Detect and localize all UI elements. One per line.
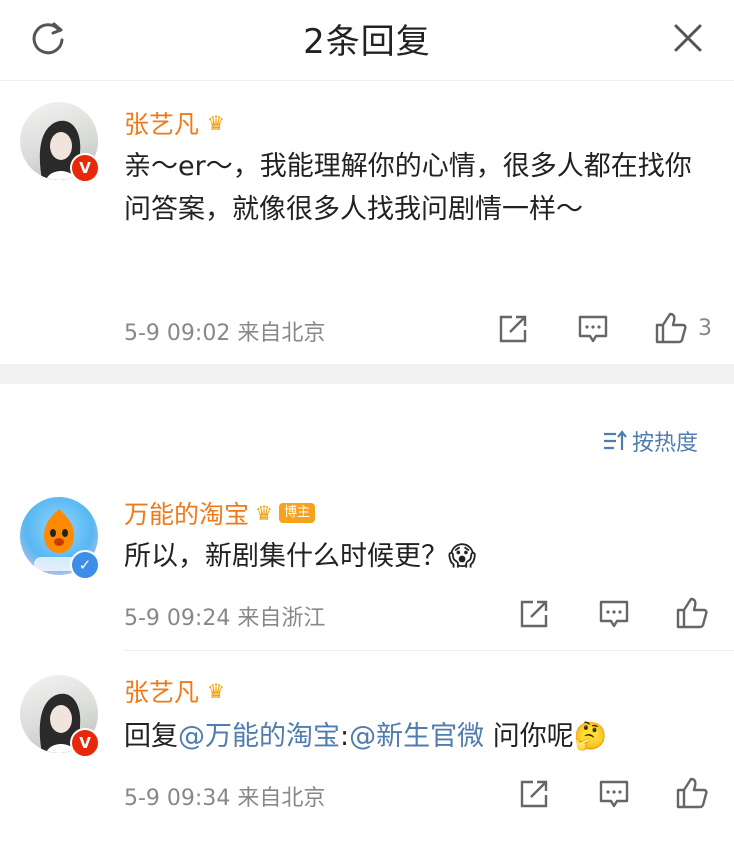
close-icon[interactable] bbox=[668, 18, 708, 58]
timestamp: 5-9 09:02 bbox=[124, 321, 231, 346]
comment-user-row: 张艺凡 ♛ bbox=[124, 105, 225, 141]
comment-text: 回复@万能的淘宝:@新生官微 问你呢🤔 bbox=[124, 715, 724, 758]
comment-icon[interactable] bbox=[597, 597, 631, 631]
timestamp: 5-9 09:24 bbox=[124, 606, 231, 631]
mention-link[interactable]: @万能的淘宝 bbox=[178, 721, 340, 752]
blogger-badge: 博主 bbox=[278, 503, 315, 523]
comment-body: 问你呢 bbox=[484, 721, 574, 752]
share-icon[interactable] bbox=[517, 597, 551, 631]
mention-link[interactable]: @新生官微 bbox=[349, 721, 484, 752]
username[interactable]: 张艺凡 bbox=[124, 673, 199, 709]
crown-icon: ♛ bbox=[255, 501, 273, 525]
comment-text: 所以，新剧集什么时候更？😱 bbox=[124, 535, 714, 578]
like-icon[interactable] bbox=[675, 596, 709, 630]
comment-body: 所以，新剧集什么时候更？ bbox=[124, 541, 448, 572]
comment-user-row: 张艺凡 ♛ bbox=[124, 673, 225, 709]
like-count: 3 bbox=[698, 316, 712, 341]
like-icon[interactable] bbox=[675, 776, 709, 810]
verified-badge-icon: V bbox=[70, 728, 100, 758]
sort-icon bbox=[604, 430, 627, 450]
crown-icon: ♛ bbox=[207, 111, 225, 135]
comment-meta: 5-9 09:34 来自北京 bbox=[124, 780, 325, 812]
crown-icon: ♛ bbox=[207, 679, 225, 703]
verified-badge-icon: ✓ bbox=[70, 550, 100, 580]
username[interactable]: 张艺凡 bbox=[124, 105, 199, 141]
verified-badge-icon: V bbox=[70, 153, 100, 183]
colon: : bbox=[340, 721, 350, 752]
reply-prefix: 回复 bbox=[124, 721, 178, 752]
thinking-emoji: 🤔 bbox=[573, 721, 608, 752]
comment-icon[interactable] bbox=[597, 777, 631, 811]
sort-label: 按热度 bbox=[632, 431, 699, 456]
sort-button[interactable]: 按热度 bbox=[602, 425, 698, 457]
timestamp: 5-9 09:34 bbox=[124, 786, 231, 811]
location: 来自北京 bbox=[237, 786, 326, 811]
comment-user-row: 万能的淘宝 ♛ 博主 bbox=[124, 495, 315, 531]
like-icon[interactable] bbox=[654, 311, 688, 345]
reply-separator bbox=[124, 650, 734, 651]
comment-meta: 5-9 09:02 来自北京 bbox=[124, 315, 325, 347]
share-icon[interactable] bbox=[517, 777, 551, 811]
comment-meta: 5-9 09:24 来自浙江 bbox=[124, 600, 325, 632]
share-icon[interactable] bbox=[496, 312, 530, 346]
page-title: 2条回复 bbox=[303, 22, 431, 62]
comment-text: 亲～er～，我能理解你的心情，很多人都在找你问答案，就像很多人找我问剧情一样～ bbox=[124, 151, 692, 225]
location: 来自北京 bbox=[237, 321, 326, 346]
section-divider bbox=[0, 364, 734, 384]
username[interactable]: 万能的淘宝 bbox=[124, 495, 249, 531]
scream-emoji: 😱 bbox=[448, 541, 477, 572]
comment-icon[interactable] bbox=[576, 312, 610, 346]
location: 来自浙江 bbox=[237, 606, 326, 631]
